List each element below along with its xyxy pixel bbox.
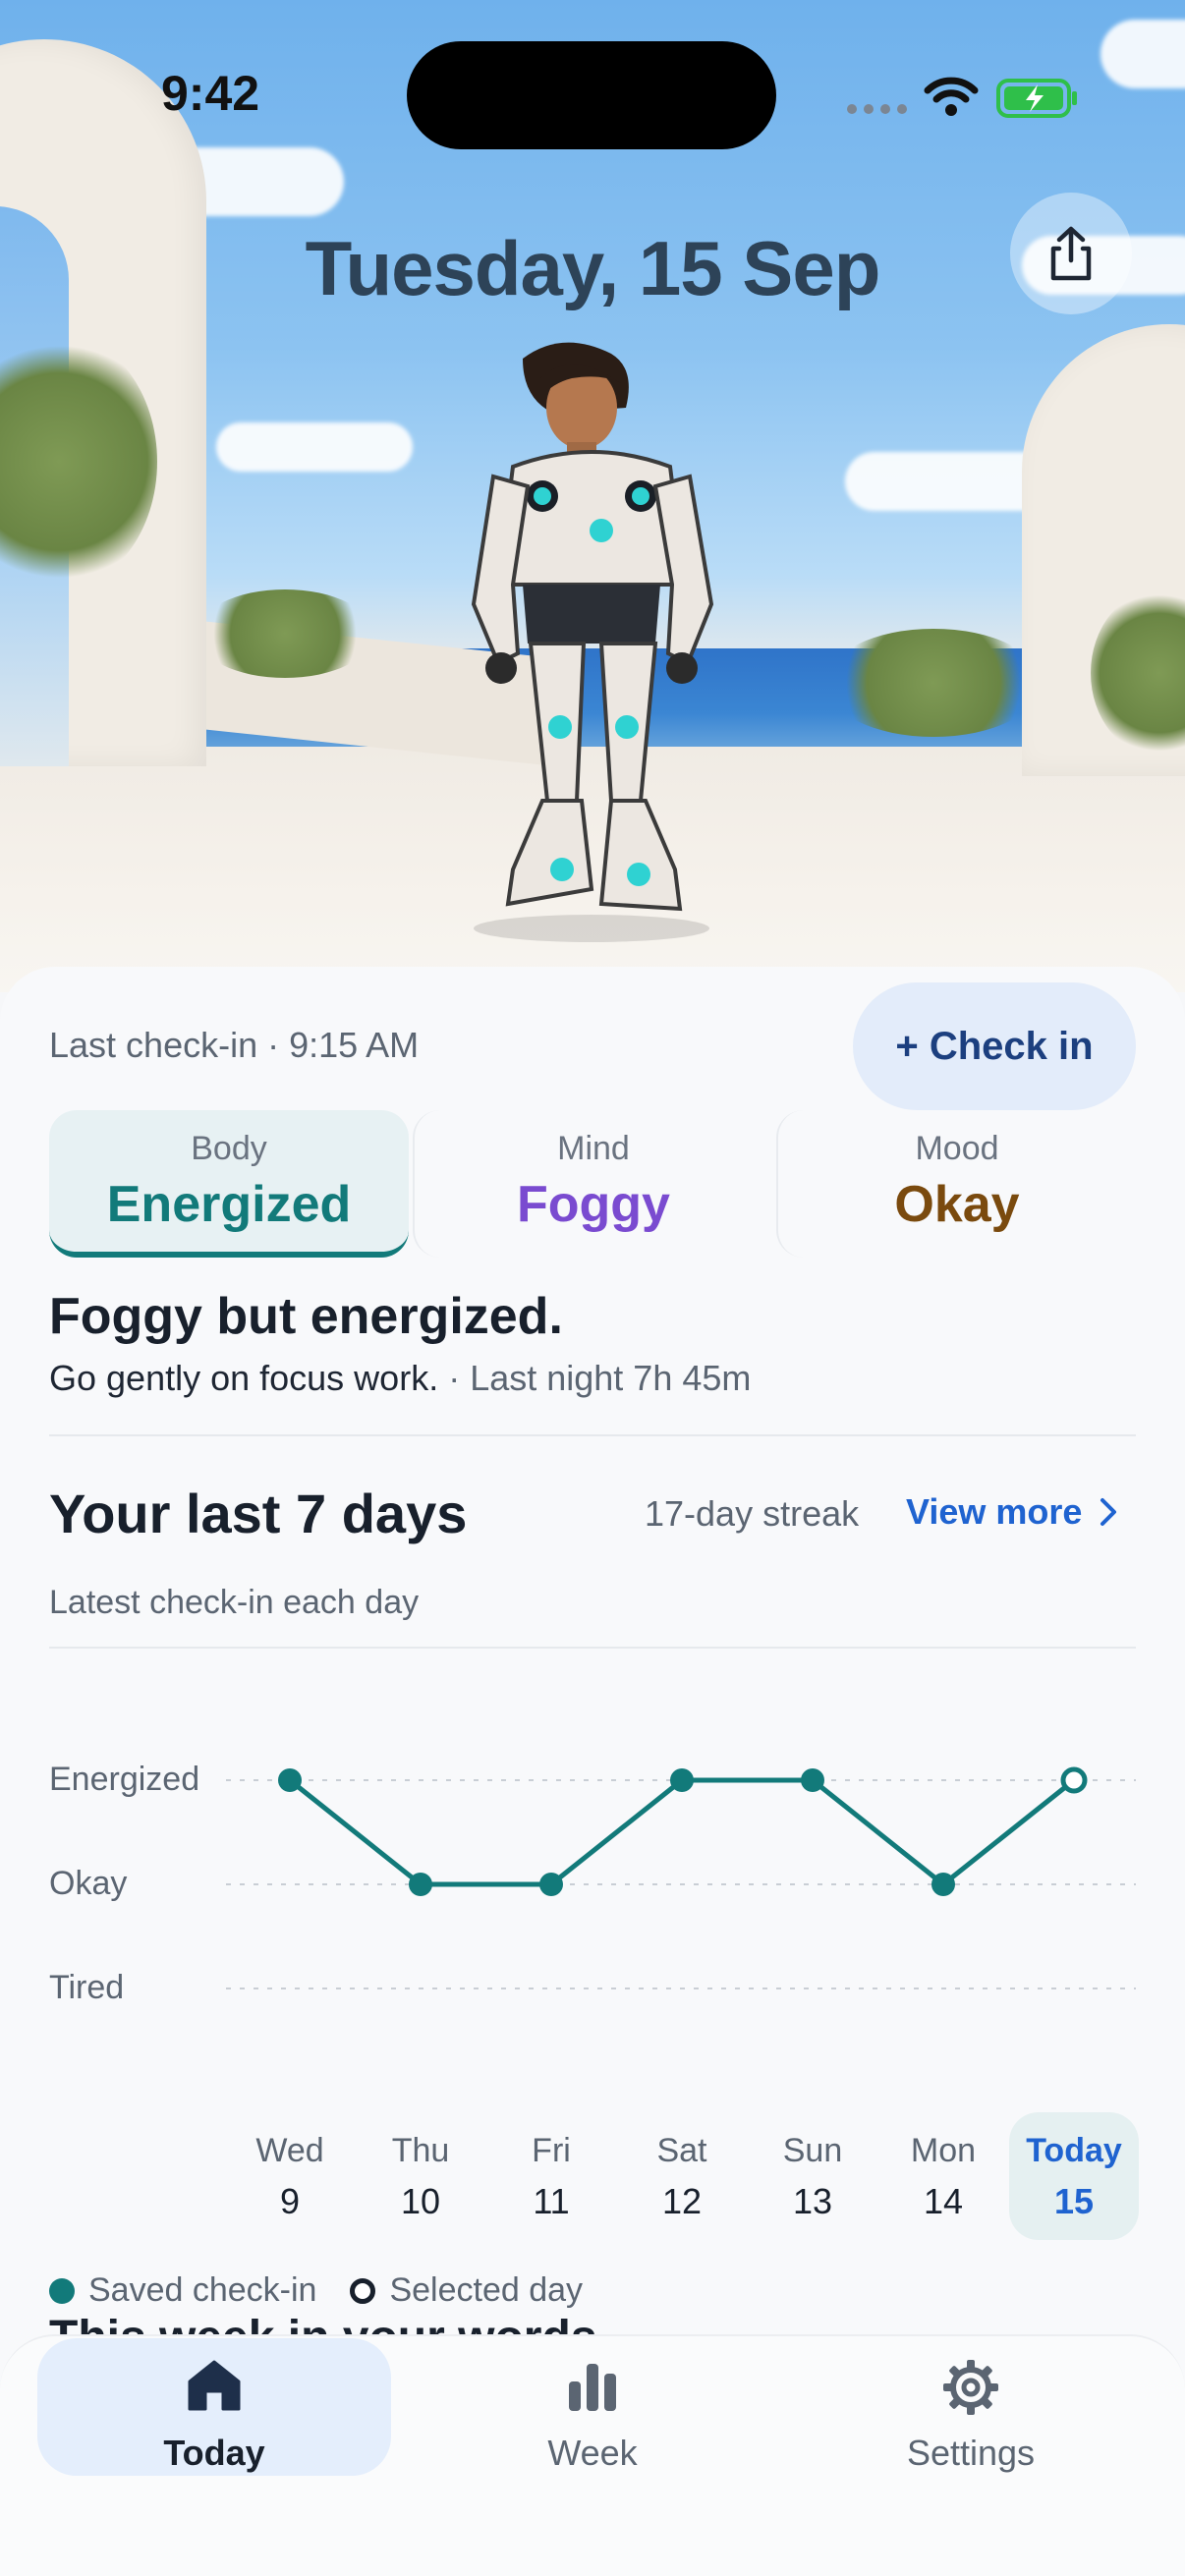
- last-checkin-text: Last check-in · 9:15 AM: [49, 1025, 420, 1065]
- day-today[interactable]: Today 15: [1009, 2112, 1139, 2240]
- tab-settings[interactable]: Settings: [794, 2338, 1148, 2476]
- cellular-signal-icon: [847, 104, 907, 114]
- chart-legend: Saved check-in Selected day: [49, 2271, 583, 2310]
- day-fri[interactable]: Fri 11: [486, 2112, 616, 2240]
- dynamic-island: [407, 41, 776, 149]
- day-date: 13: [792, 2181, 833, 2221]
- view-more-label: View more: [906, 1491, 1083, 1532]
- sleep-duration: · Last night 7h 45m: [438, 1358, 752, 1398]
- day-date: 11: [533, 2181, 570, 2221]
- selected-ring-icon: [350, 2277, 376, 2304]
- day-date: 14: [923, 2181, 964, 2221]
- tab-label: Today: [163, 2433, 265, 2473]
- day-name: Sun: [782, 2132, 843, 2169]
- divider: [49, 1434, 1136, 1436]
- card-value: Energized: [106, 1176, 352, 1233]
- streak-text: 17-day streak: [645, 1493, 860, 1534]
- history-subtitle: Latest check-in each day: [49, 1584, 420, 1621]
- data-point[interactable]: [278, 1768, 302, 1792]
- day-name: Today: [1026, 2132, 1122, 2169]
- data-point-selected[interactable]: [1060, 1766, 1088, 1794]
- tab-today[interactable]: Today: [37, 2338, 391, 2476]
- battery-charging-icon: [996, 79, 1077, 118]
- data-point[interactable]: [539, 1873, 563, 1896]
- status-bar: 9:42: [0, 0, 1185, 196]
- history-title: Your last 7 days: [49, 1483, 468, 1544]
- page-title-date: Tuesday, 15 Sep: [305, 225, 881, 311]
- share-icon: [1050, 226, 1092, 281]
- day-date: 9: [279, 2181, 301, 2221]
- day-sun[interactable]: Sun 13: [748, 2112, 877, 2240]
- data-point[interactable]: [801, 1768, 824, 1792]
- gear-icon: [943, 2360, 998, 2415]
- summary-title: Foggy but energized.: [49, 1288, 563, 1345]
- next-section-peek: This week in your words: [49, 2311, 596, 2334]
- home-icon: [188, 2360, 241, 2411]
- bar-chart-icon: [569, 2364, 616, 2411]
- avatar-character: [471, 342, 714, 942]
- divider: [49, 1647, 1136, 1649]
- day-name: Fri: [532, 2132, 571, 2169]
- day-mon[interactable]: Mon 14: [878, 2112, 1008, 2240]
- mood-line-chart: [226, 1766, 1136, 1989]
- legend-selected: Selected day: [389, 2271, 584, 2309]
- card-mind[interactable]: Mind Foggy: [413, 1110, 772, 1258]
- legend-saved: Saved check-in: [88, 2271, 317, 2309]
- day-thu[interactable]: Thu 10: [356, 2112, 485, 2240]
- chevron-right-icon: [1100, 1498, 1117, 1526]
- saved-dot-icon: [49, 2277, 75, 2304]
- day-wed[interactable]: Wed 9: [225, 2112, 355, 2240]
- tab-label: Settings: [906, 2433, 1036, 2473]
- share-button[interactable]: [1010, 193, 1132, 314]
- tab-week[interactable]: Week: [413, 2338, 772, 2476]
- data-point[interactable]: [670, 1768, 694, 1792]
- day-name: Sat: [656, 2132, 707, 2169]
- tab-label: Week: [547, 2433, 638, 2473]
- day-name: Wed: [255, 2132, 324, 2169]
- wifi-icon: [924, 77, 979, 116]
- state-cards: Body Energized Mind Foggy Mood Okay: [49, 1110, 1136, 1258]
- card-body[interactable]: Body Energized: [49, 1110, 409, 1258]
- status-time: 9:42: [161, 66, 260, 121]
- summary-subtitle: Go gently on focus work. · Last night 7h…: [49, 1358, 751, 1399]
- day-date: 15: [1053, 2181, 1095, 2221]
- summary-advice: Go gently on focus work.: [49, 1358, 439, 1398]
- day-name: Mon: [910, 2132, 977, 2169]
- day-name: Thu: [391, 2132, 450, 2169]
- data-point[interactable]: [931, 1873, 955, 1896]
- day-sat[interactable]: Sat 12: [617, 2112, 747, 2240]
- day-date: 10: [400, 2181, 441, 2221]
- view-more-link[interactable]: View more: [906, 1491, 1117, 1533]
- day-date: 12: [661, 2181, 703, 2221]
- card-label: Mood: [915, 1130, 999, 1167]
- card-mood[interactable]: Mood Okay: [776, 1110, 1136, 1258]
- series-line: [288, 1777, 1076, 1887]
- card-label: Mind: [557, 1130, 630, 1167]
- card-label: Body: [191, 1130, 267, 1167]
- card-value: Foggy: [517, 1176, 670, 1233]
- card-value: Okay: [894, 1176, 1020, 1233]
- check-in-button[interactable]: + Check in: [853, 982, 1136, 1110]
- data-point[interactable]: [409, 1873, 432, 1896]
